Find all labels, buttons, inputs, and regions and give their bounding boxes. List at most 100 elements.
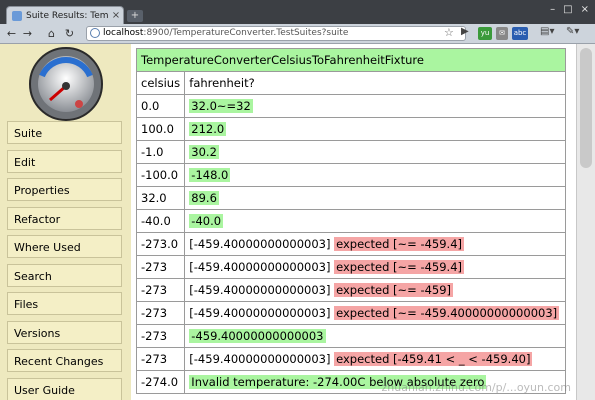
minimize-icon[interactable]: – bbox=[550, 4, 555, 15]
sidebar-item-properties[interactable]: Properties bbox=[7, 178, 122, 201]
table-row: -273.0 [-459.40000000000003] expected [~=… bbox=[135, 232, 566, 256]
fahrenheit-cell: -40.0 bbox=[184, 209, 566, 233]
table-row: -273 [-459.40000000000003] expected [~= -… bbox=[135, 278, 566, 302]
sidebar-item-user-guide[interactable]: User Guide bbox=[7, 377, 122, 400]
window-controls: – □ × bbox=[550, 4, 589, 15]
browser-tab[interactable]: Suite Results: Temper... × bbox=[6, 6, 124, 24]
favicon-icon bbox=[12, 10, 22, 21]
actual-value: [-459.40000000000003] bbox=[189, 237, 331, 251]
actual-value: [-459.40000000000003] bbox=[189, 352, 331, 366]
celsius-cell: -273 bbox=[135, 278, 186, 302]
close-icon[interactable]: × bbox=[109, 10, 123, 21]
fahrenheit-cell: -148.0 bbox=[184, 163, 566, 187]
browser-titlebar: Suite Results: Temper... × + – □ × bbox=[0, 0, 595, 24]
header-row: celsius fahrenheit? bbox=[135, 71, 566, 95]
fahrenheit-cell: [-459.40000000000003] expected [~= -459.… bbox=[184, 232, 566, 256]
page-content: Suite Edit Properties Refactor Where Use… bbox=[0, 44, 595, 400]
celsius-cell: -273 bbox=[135, 347, 186, 371]
extension-icon[interactable]: ✉ bbox=[496, 27, 508, 40]
wrench-icon[interactable]: ✎▾ bbox=[566, 26, 579, 37]
window-close-icon[interactable]: × bbox=[581, 4, 589, 15]
bookmark-star-icon[interactable]: ☆ bbox=[444, 26, 454, 39]
address-bar[interactable]: localhost:8900/TemperatureConverter.Test… bbox=[86, 26, 466, 41]
column-header: celsius bbox=[135, 71, 186, 95]
fahrenheit-cell: [-459.40000000000003] expected [~= -459.… bbox=[184, 301, 566, 325]
sidebar-item-suite[interactable]: Suite bbox=[7, 121, 122, 144]
table-row: -40.0 -40.0 bbox=[135, 209, 566, 233]
sidebar-item-refactor[interactable]: Refactor bbox=[7, 206, 122, 230]
celsius-cell: 32.0 bbox=[135, 186, 186, 210]
table-row: -273 [-459.40000000000003] expected [-459… bbox=[135, 347, 566, 371]
maximize-icon[interactable]: □ bbox=[563, 4, 572, 15]
fahrenheit-cell: [-459.40000000000003] expected [-459.41 … bbox=[184, 347, 566, 371]
fahrenheit-cell: 89.6 bbox=[184, 186, 566, 210]
result-pass: 212.0 bbox=[189, 122, 227, 136]
vertical-scrollbar[interactable] bbox=[576, 44, 595, 400]
sidebar-item-files[interactable]: Files bbox=[7, 292, 122, 315]
table-row: 0.0 32.0~=32 bbox=[135, 94, 566, 118]
celsius-cell: 0.0 bbox=[135, 94, 186, 118]
fahrenheit-cell: 30.2 bbox=[184, 140, 566, 164]
celsius-cell: -273 bbox=[135, 324, 186, 348]
sidebar-item-versions[interactable]: Versions bbox=[7, 320, 122, 344]
results-table: TemperatureConverterCelsiusToFahrenheitF… bbox=[135, 48, 566, 394]
table-row: 100.0 212.0 bbox=[135, 117, 566, 141]
result-pass: 32.0~=32 bbox=[189, 99, 253, 113]
tab-title: Suite Results: Temper... bbox=[26, 10, 109, 21]
forward-icon[interactable]: → bbox=[20, 26, 35, 41]
result-fail: expected [-459.41 < _ < -459.40] bbox=[334, 352, 533, 366]
celsius-cell: -1.0 bbox=[135, 140, 186, 164]
home-icon[interactable]: ⌂ bbox=[44, 26, 59, 41]
watermark: zhuanlan.zhihu.com/p/...oyun.com bbox=[381, 381, 572, 394]
result-pass: 30.2 bbox=[189, 145, 219, 159]
celsius-cell: -273.0 bbox=[135, 232, 186, 256]
table-row: -273 [-459.40000000000003] expected [~= -… bbox=[135, 255, 566, 279]
result-pass: -40.0 bbox=[189, 214, 224, 228]
table-row: 32.0 89.6 bbox=[135, 186, 566, 210]
sidebar-item-recent-changes[interactable]: Recent Changes bbox=[7, 349, 122, 372]
sidebar-nav: Suite Edit Properties Refactor Where Use… bbox=[7, 121, 122, 400]
globe-icon bbox=[90, 28, 100, 38]
celsius-cell: -273 bbox=[135, 301, 186, 325]
table-row: -1.0 30.2 bbox=[135, 140, 566, 164]
url-path: :8900/TemperatureConverter.TestSuites?su… bbox=[143, 28, 349, 38]
play-icon[interactable]: ▶ bbox=[461, 26, 469, 37]
fahrenheit-cell: -459.40000000000003 bbox=[184, 324, 566, 348]
result-fail: expected [~= -459.40000000000003] bbox=[334, 306, 560, 320]
sidebar-item-where-used[interactable]: Where Used bbox=[7, 235, 122, 258]
column-header: fahrenheit? bbox=[184, 71, 566, 95]
reload-icon[interactable]: ↻ bbox=[62, 26, 77, 41]
table-row: -100.0 -148.0 bbox=[135, 163, 566, 187]
page-menu-icon[interactable]: ▤▾ bbox=[540, 26, 554, 37]
extension-icon[interactable]: abc bbox=[512, 27, 528, 40]
result-fail: expected [~= -459.4] bbox=[334, 260, 465, 274]
celsius-cell: -274.0 bbox=[135, 370, 186, 394]
result-fail: expected [~= -459] bbox=[334, 283, 454, 297]
fahrenheit-cell: [-459.40000000000003] expected [~= -459] bbox=[184, 278, 566, 302]
actual-value: [-459.40000000000003] bbox=[189, 283, 331, 297]
result-pass: 89.6 bbox=[189, 191, 219, 205]
table-row: -273 [-459.40000000000003] expected [~= -… bbox=[135, 301, 566, 325]
extension-icon[interactable]: yu bbox=[478, 27, 492, 40]
celsius-cell: -100.0 bbox=[135, 163, 186, 187]
url-host: localhost bbox=[103, 28, 144, 38]
celsius-cell: 100.0 bbox=[135, 117, 186, 141]
scrollbar-thumb[interactable] bbox=[580, 48, 592, 168]
new-tab-button[interactable]: + bbox=[127, 10, 143, 22]
actual-value: [-459.40000000000003] bbox=[189, 306, 331, 320]
back-icon[interactable]: ← bbox=[4, 26, 19, 41]
result-pass: -459.40000000000003 bbox=[189, 329, 326, 343]
fahrenheit-cell: [-459.40000000000003] expected [~= -459.… bbox=[184, 255, 566, 279]
table-row: -273 -459.40000000000003 bbox=[135, 324, 566, 348]
celsius-cell: -273 bbox=[135, 255, 186, 279]
actual-value: [-459.40000000000003] bbox=[189, 260, 331, 274]
result-pass: -148.0 bbox=[189, 168, 231, 182]
fahrenheit-cell: 212.0 bbox=[184, 117, 566, 141]
sidebar-item-edit[interactable]: Edit bbox=[7, 149, 122, 173]
fahrenheit-cell: 32.0~=32 bbox=[184, 94, 566, 118]
fixture-row: TemperatureConverterCelsiusToFahrenheitF… bbox=[136, 48, 566, 72]
result-fail: expected [~= -459.4] bbox=[334, 237, 465, 251]
sidebar-item-search[interactable]: Search bbox=[7, 263, 122, 287]
fixture-name: TemperatureConverterCelsiusToFahrenheitF… bbox=[136, 48, 566, 72]
sidebar: Suite Edit Properties Refactor Where Use… bbox=[0, 44, 131, 400]
